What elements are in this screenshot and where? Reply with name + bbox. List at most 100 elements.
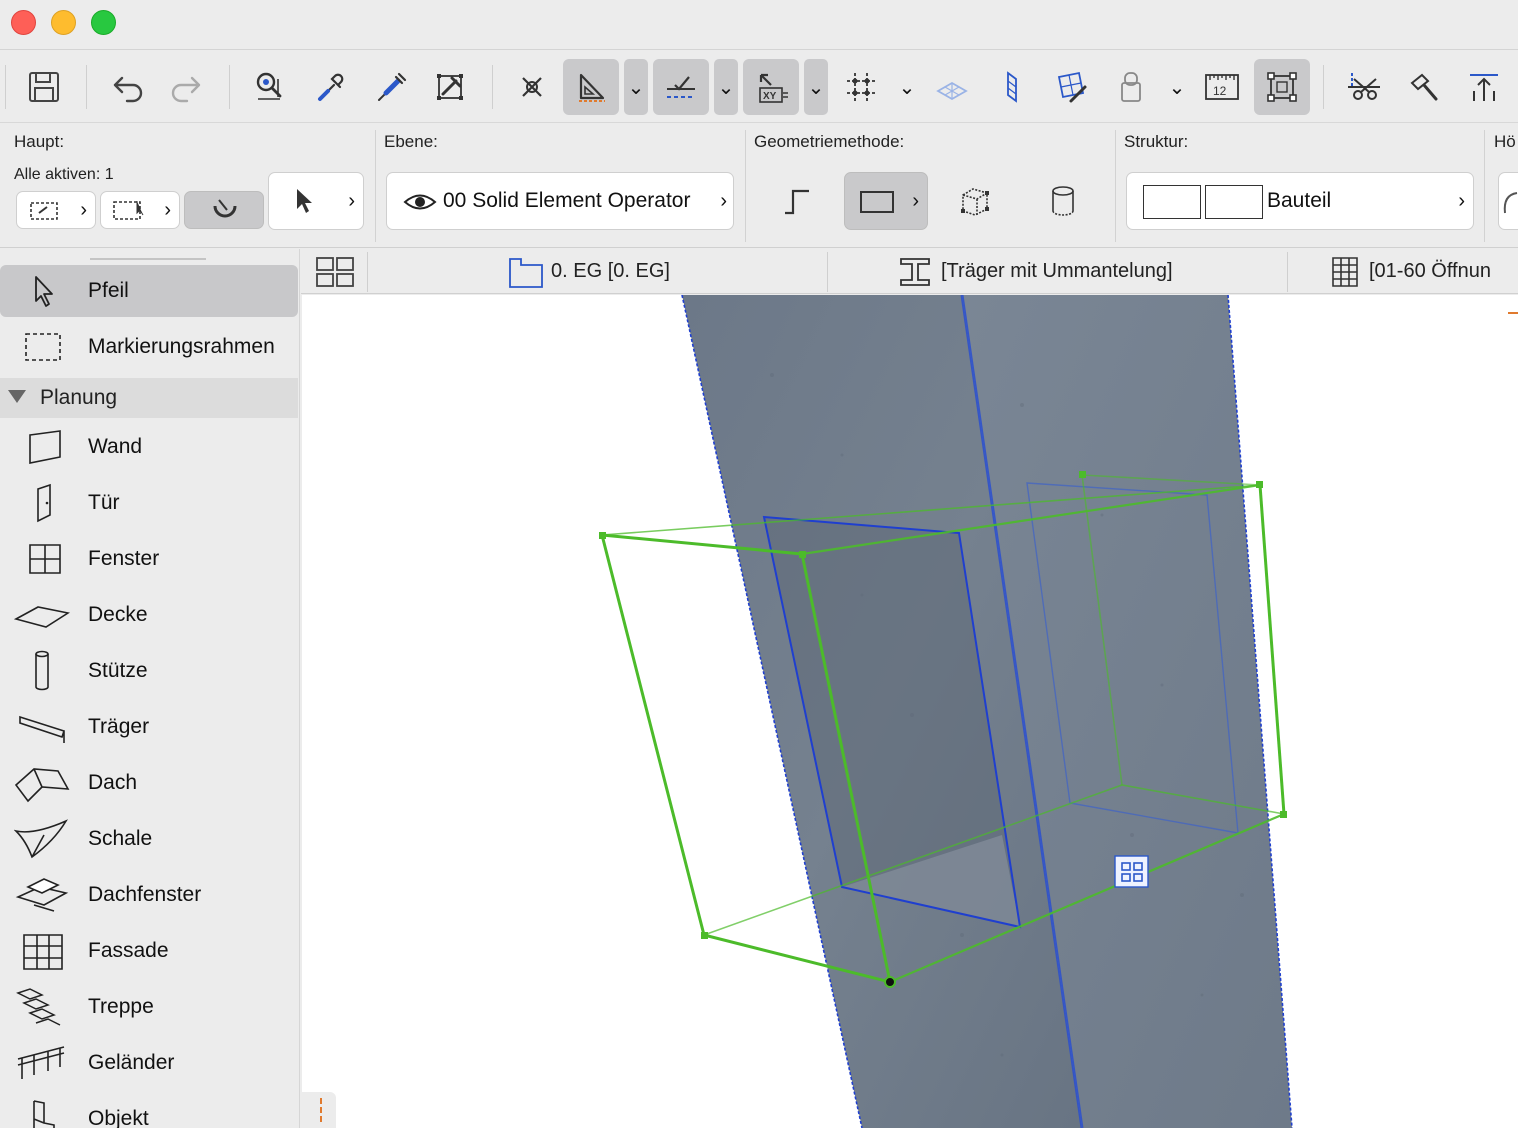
split-button[interactable] [1336, 59, 1392, 115]
tool-stuetze[interactable]: Stütze [0, 645, 298, 697]
grid-view-icon [316, 256, 354, 287]
guide-lines-button[interactable] [563, 59, 619, 115]
tool-label: Träger [88, 715, 150, 738]
trace-button[interactable] [1043, 59, 1099, 115]
tool-tuer[interactable]: Tür [0, 477, 298, 529]
tab-3d-selection[interactable]: [Träger mit Ummantelung] [899, 249, 1279, 294]
coordinates-dropdown[interactable]: ⌄ [804, 59, 828, 115]
undo-button[interactable] [99, 59, 155, 115]
eyedropper-button[interactable] [302, 59, 358, 115]
intersection-snap-button[interactable] [504, 59, 560, 115]
renovation-dropdown[interactable]: ⌄ [1165, 59, 1189, 115]
minimize-window-button[interactable] [51, 10, 76, 35]
viewport-corner-strip [302, 1092, 336, 1128]
tool-schale[interactable]: Schale [0, 813, 298, 865]
corner-marker [320, 1098, 322, 1122]
measure-icon: 12 [1205, 74, 1239, 100]
tool-gelaender[interactable]: Geländer [0, 1037, 298, 1089]
selection-badge-icon[interactable] [1114, 855, 1149, 888]
structure-select[interactable]: Bauteil › [1126, 172, 1474, 230]
geometry-straight-button[interactable] [768, 172, 826, 230]
parameter-transfer-button[interactable] [422, 59, 478, 115]
grid-snap-button[interactable] [833, 59, 889, 115]
renovation-icon [1121, 72, 1141, 102]
measure-button[interactable]: 12 [1194, 59, 1250, 115]
tool-fenster[interactable]: Fenster [0, 533, 298, 585]
tool-traeger[interactable]: Träger [0, 701, 298, 753]
tool-decke[interactable]: Decke [0, 589, 298, 641]
wall-icon [14, 425, 70, 469]
zoom-window-button[interactable] [91, 10, 116, 35]
grid-snap-dropdown[interactable]: ⌄ [895, 59, 919, 115]
tool-dachfenster[interactable]: Dachfenster [0, 869, 298, 921]
tool-label: Wand [88, 435, 143, 458]
tool-pfeil[interactable]: Pfeil [0, 265, 298, 317]
toolbar-separator [229, 65, 230, 109]
snap-guides-button[interactable] [653, 59, 709, 115]
vertical-plane-button[interactable] [984, 59, 1040, 115]
snap-guides-dropdown[interactable]: ⌄ [714, 59, 738, 115]
tool-wand[interactable]: Wand [0, 421, 298, 473]
guide-lines-icon [579, 73, 605, 102]
geometriemethode-label: Geometriemethode: [754, 132, 905, 151]
redo-button[interactable] [159, 59, 215, 115]
tab-schedule[interactable]: [01-60 Öffnun [1331, 249, 1518, 294]
geometry-arc-button[interactable] [1034, 172, 1092, 230]
active-hotspot[interactable] [884, 976, 896, 988]
eye-icon [403, 194, 437, 210]
intersection-snap-icon [522, 77, 542, 97]
tool-dach[interactable]: Dach [0, 757, 298, 809]
structure-select-value: Bauteil [1267, 189, 1332, 212]
toolbar-separator [492, 65, 493, 109]
chevron-right-icon: › [1458, 189, 1465, 212]
tab-label: [Träger mit Ummantelung] [941, 260, 1173, 282]
tool-treppe[interactable]: Treppe [0, 981, 298, 1033]
eyedropper-icon [318, 73, 344, 101]
tool-label: Fenster [88, 547, 160, 570]
elevation-button[interactable] [1456, 59, 1512, 115]
3d-viewport[interactable] [302, 295, 1518, 1128]
toolbox-grip[interactable] [90, 258, 206, 260]
renovation-button[interactable] [1103, 59, 1159, 115]
adjust-button[interactable] [1396, 59, 1452, 115]
tool-label: Decke [88, 603, 148, 626]
tool-label: Pfeil [88, 279, 129, 302]
edit-selection-button[interactable] [1254, 59, 1310, 115]
info-separator [375, 130, 376, 242]
grid-snap-icon [847, 73, 875, 101]
tab-floor-plan[interactable]: 0. EG [0. EG] [507, 249, 807, 294]
tool-fassade[interactable]: Fassade [0, 925, 298, 977]
height-select[interactable] [1498, 172, 1518, 230]
toolbox: Pfeil Markierungsrahmen Planung Wand Tür… [0, 249, 300, 1128]
layer-selection-button[interactable]: › [16, 191, 96, 229]
info-separator [1115, 130, 1116, 242]
geometry-rectangle-button[interactable]: › [844, 172, 928, 230]
find-select-button[interactable] [242, 59, 298, 115]
magic-wand-button[interactable] [184, 191, 264, 229]
plane-button[interactable] [924, 59, 980, 115]
layer-select-value: 00 Solid Element Operator [443, 189, 691, 212]
plane-icon [936, 81, 968, 101]
coordinates-button[interactable]: XY [743, 59, 799, 115]
trace-icon [1057, 71, 1087, 103]
tab-overview-button[interactable] [309, 249, 361, 294]
shell-icon [14, 817, 70, 861]
haupt-label: Haupt: [14, 132, 65, 151]
layer-select[interactable]: 00 Solid Element Operator › [386, 172, 734, 230]
syringe-button[interactable] [362, 59, 418, 115]
parameter-transfer-icon [437, 74, 463, 100]
guide-lines-dropdown[interactable]: ⌄ [624, 59, 648, 115]
tool-markierungsrahmen[interactable]: Markierungsrahmen [0, 321, 298, 373]
save-button[interactable] [16, 59, 72, 115]
close-window-button[interactable] [11, 10, 36, 35]
pointer-mode-button[interactable]: › [268, 172, 364, 230]
object-icon [14, 1097, 70, 1128]
marquee-icon [14, 325, 70, 369]
geometry-rotated-rect-button[interactable] [946, 172, 1004, 230]
edit-selection-icon [1267, 72, 1297, 102]
title-bar [0, 0, 1518, 50]
i-beam-icon [900, 257, 930, 286]
group-planung[interactable]: Planung [0, 378, 298, 418]
tool-objekt[interactable]: Objekt [0, 1093, 298, 1128]
marquee-option-button[interactable]: › [100, 191, 180, 229]
